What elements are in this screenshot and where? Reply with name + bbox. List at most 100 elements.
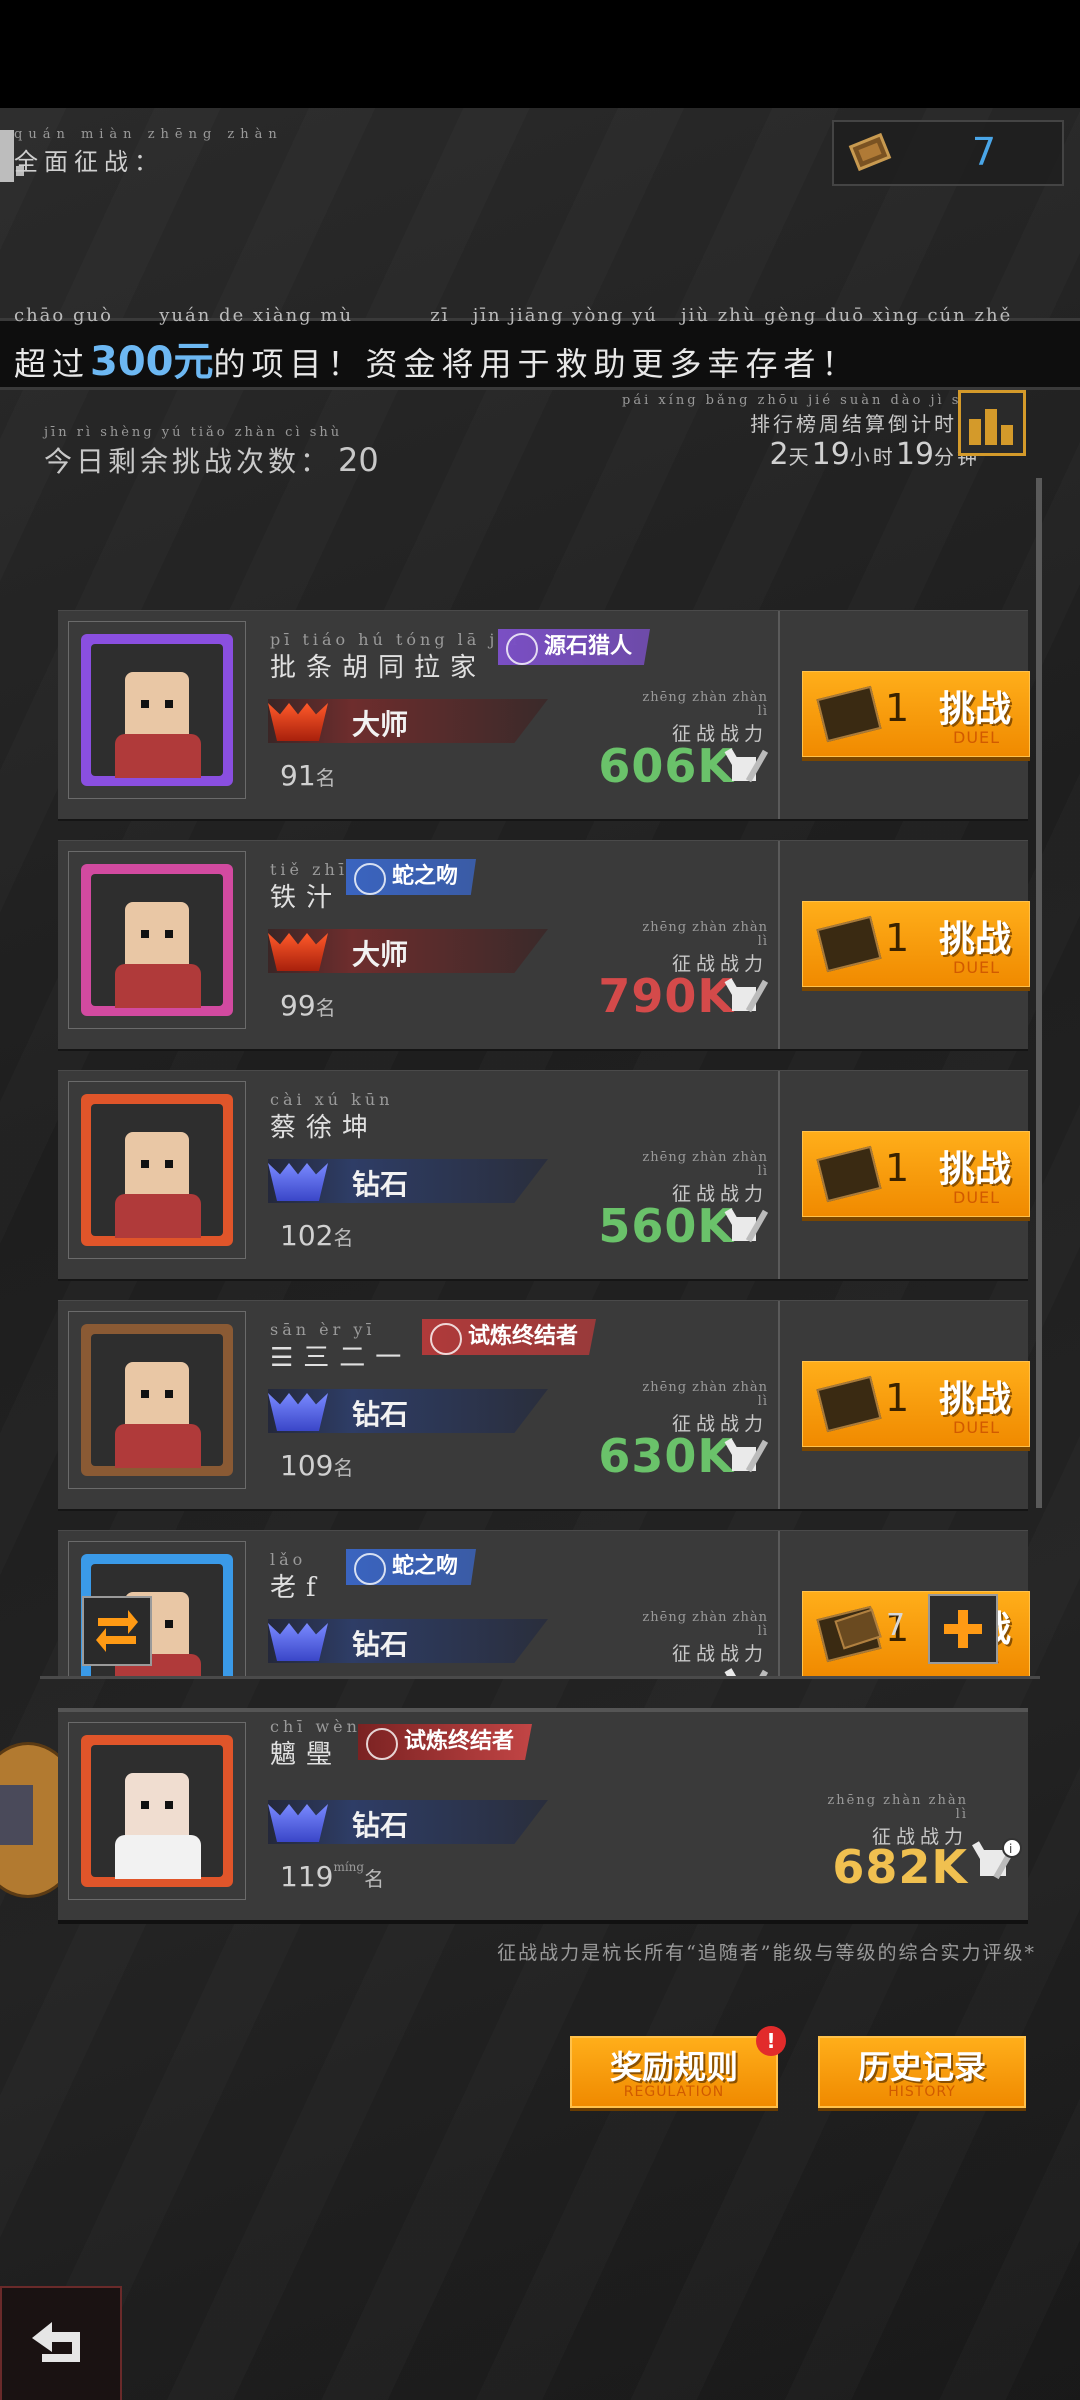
opponent-power-pinyin: zhēng zhàn zhàn lì: [642, 920, 768, 949]
opponent-rank-band: 钻石: [268, 1159, 548, 1203]
power-fist-icon: [724, 748, 769, 783]
opponent-list[interactable]: pī tiáo hú tóng lā jiā 批条胡同拉家 源石猎人 大师 91…: [40, 488, 1030, 1678]
master-rank-icon: [268, 703, 328, 741]
opponent-card: tiě zhī 铁汁 蛇之吻 大师 99名 zhēng zhàn zhàn lì…: [58, 840, 1030, 1049]
power-fist-icon: i: [972, 1838, 1022, 1880]
opponent-card: sān èr yī ☰三二一 试炼终结者 钻石 109名 zhēng zhàn …: [58, 1300, 1030, 1509]
duel-button[interactable]: 1 挑战 DUEL: [802, 1131, 1030, 1217]
opponent-name-pinyin: tiě zhī: [270, 860, 348, 879]
ticket-icon: [848, 132, 892, 172]
remaining-pinyin: jīn rì shèng yú tiǎo zhàn cì shù: [44, 425, 343, 440]
ticket-icon: [816, 685, 882, 743]
opponent-name-pinyin: pī tiáo hú tóng lā jiā: [270, 630, 521, 649]
opponent-title-tag: 蛇之吻: [346, 1549, 477, 1585]
opponent-card: lǎo 老f 蛇之吻 钻石 名 zhēng zhàn zhàn lì 征战战力 …: [58, 1530, 1030, 1678]
opponent-avatar[interactable]: [81, 634, 233, 786]
card-divider: [778, 1071, 780, 1279]
refresh-opponents-button[interactable]: [82, 1596, 152, 1666]
opponent-title-tag: 试炼终结者: [422, 1319, 597, 1355]
back-arrow-icon: [32, 2322, 80, 2362]
opponent-avatar[interactable]: [81, 1094, 233, 1246]
duel-label: 挑战: [939, 1378, 1012, 1420]
opponent-name-pinyin: sān èr yī: [270, 1320, 376, 1339]
opponent-avatar-frame: [68, 851, 246, 1029]
duel-label: 挑战: [939, 918, 1012, 960]
banner-post: 的项目！资金将用于救助更多幸存者！: [213, 345, 860, 383]
opponent-rank-label: 大师: [352, 708, 409, 741]
history-button[interactable]: 历史记录 HISTORY: [818, 2036, 1026, 2108]
duel-button[interactable]: 1 挑战 DUEL: [802, 901, 1030, 987]
reward-rules-sublabel: REGULATION: [623, 2084, 725, 2100]
countdown-pinyin: pái xíng bǎng zhōu jié suàn dào jì shí: [622, 393, 980, 408]
duel-sublabel: DUEL: [953, 958, 1001, 977]
opponent-place: 91名: [280, 759, 336, 792]
self-avatar-frame: [68, 1722, 246, 1900]
countdown-hours: 19: [811, 437, 850, 472]
banner-unit: 元: [173, 338, 214, 385]
podium-icon: [969, 419, 981, 445]
duel-button[interactable]: 1 挑战 DUEL: [802, 671, 1030, 757]
opponent-tag-text: 源石猎人: [544, 634, 633, 659]
opponent-rank-band: 大师: [268, 699, 548, 743]
opponent-rank-label: 钻石: [352, 1398, 409, 1431]
remaining-label: 今日剩余挑战次数：: [44, 445, 333, 478]
banner-pinyin: chāo guò yuán de xiàng mù zī jīn jiāng y…: [14, 305, 1013, 326]
opponent-name: cài xú kūn 蔡徐坤: [270, 1092, 393, 1144]
duel-label: 挑战: [939, 1148, 1012, 1190]
master-rank-icon: [268, 933, 328, 971]
opponent-name-text: 蔡徐坤: [270, 1113, 379, 1143]
duel-button[interactable]: 1 挑战 DUEL: [802, 1361, 1030, 1447]
list-divider: [40, 1676, 1040, 1679]
opponent-card: cài xú kūn 蔡徐坤 钻石 102名 zhēng zhàn zhàn l…: [58, 1070, 1030, 1279]
title-emblem-icon: [354, 863, 386, 895]
opponent-rank-band: 钻石: [268, 1389, 548, 1433]
list-scrollbar[interactable]: [1036, 478, 1042, 1508]
opponent-power-label: zhēng zhàn zhàn lì 征战战力: [638, 691, 768, 746]
mode-title-text: 全面征战：: [14, 148, 164, 176]
diamond-rank-icon: [268, 1393, 328, 1431]
podium-bar: [985, 409, 997, 445]
title-emblem-icon: [506, 633, 538, 665]
self-power-value: 682K: [832, 1840, 968, 1894]
mode-title-pinyin: quán miàn zhēng zhàn: [14, 127, 283, 142]
self-avatar: [81, 1735, 233, 1887]
duel-cost: 1: [885, 1146, 910, 1190]
card-divider: [778, 1531, 780, 1678]
opponent-power-value: 560K: [598, 1199, 734, 1253]
self-place: 119míng名: [280, 1860, 384, 1893]
opponent-place-value: 109: [280, 1449, 334, 1482]
diamond-rank-icon: [268, 1623, 328, 1661]
opponent-name-pinyin: lǎo: [270, 1550, 307, 1569]
self-power-pinyin: zhēng zhàn zhàn lì: [827, 1793, 968, 1822]
notification-badge: !: [756, 2026, 786, 2056]
opponent-tag-text: 蛇之吻: [392, 864, 459, 889]
self-place-unit: 名: [364, 1867, 385, 1891]
opponent-place-value: 91: [280, 759, 316, 792]
card-divider: [778, 611, 780, 819]
opponent-power-label: zhēng zhàn zhàn lì 征战战力: [638, 921, 768, 976]
remaining-attempts: jīn rì shèng yú tiǎo zhàn cì shù 今日剩余挑战次…: [44, 426, 379, 480]
history-sublabel: HISTORY: [888, 2084, 956, 2100]
opponent-name-text: ☰三二一: [270, 1343, 412, 1373]
duel-label: 挑战: [939, 688, 1012, 730]
opponent-power-pinyin: zhēng zhàn zhàn lì: [642, 690, 768, 719]
opponent-card: pī tiáo hú tóng lā jiā 批条胡同拉家 源石猎人 大师 91…: [58, 610, 1030, 819]
ticket-counter[interactable]: 7: [832, 120, 1064, 186]
opponent-avatar[interactable]: [81, 864, 233, 1016]
donation-banner: chāo guò yuán de xiàng mù zī jīn jiāng y…: [0, 305, 1080, 390]
opponent-power-label-text: 征战战力: [671, 1643, 768, 1665]
opponent-place: 102名: [280, 1219, 353, 1252]
add-tickets-button[interactable]: [928, 1594, 998, 1664]
self-tag-text: 试炼终结者: [404, 1729, 515, 1754]
opponent-avatar[interactable]: [81, 1324, 233, 1476]
reward-rules-button[interactable]: 奖励规则 REGULATION !: [570, 2026, 786, 2108]
power-note: 征战战力是杭长所有“追随者”能级与等级的综合实力评级*: [497, 1942, 1036, 1964]
ticket-icon: [816, 1145, 882, 1203]
duel-sublabel: DUEL: [953, 1188, 1001, 1207]
ticket-icon: [816, 915, 882, 973]
opponent-title-tag: 源石猎人: [498, 629, 651, 665]
opponent-name-text: 批条胡同拉家: [270, 653, 487, 683]
back-button[interactable]: [0, 2286, 122, 2400]
self-rank-label: 钻石: [352, 1809, 409, 1842]
leaderboard-button[interactable]: [958, 390, 1026, 456]
